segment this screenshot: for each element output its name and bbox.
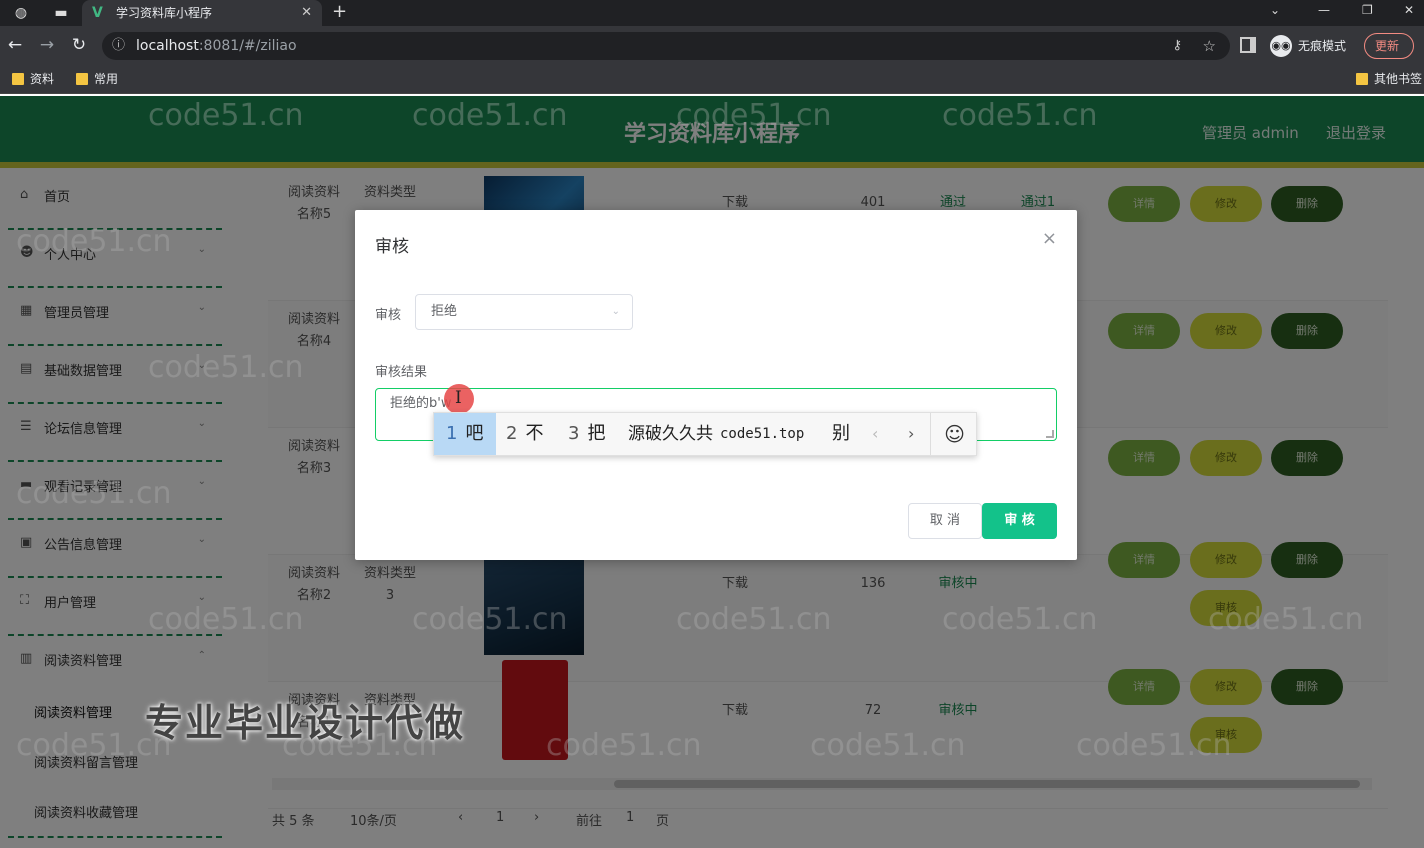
forward-icon[interactable]: →	[36, 34, 58, 56]
window-close-icon[interactable]: ✕	[1404, 0, 1414, 20]
confirm-audit-button[interactable]: 审 核	[982, 503, 1057, 539]
url-path: :8081/#/ziliao	[198, 38, 297, 54]
address-bar: ← → ↻ ⓘ localhost:8081/#/ziliao ⚷ ☆ ◉◉ 无…	[0, 26, 1424, 66]
candidate-text: 吧	[465, 423, 484, 444]
url-host: localhost	[136, 38, 199, 54]
ime-next-icon[interactable]: ›	[908, 413, 914, 455]
folder-icon	[76, 73, 88, 85]
candidate-text: 把	[587, 423, 606, 444]
candidate-text: 别	[832, 423, 850, 444]
folder-icon	[12, 73, 24, 85]
incognito-icon: ◉◉	[1270, 35, 1292, 57]
result-label: 审核结果	[375, 365, 428, 380]
close-icon[interactable]: ×	[1042, 228, 1057, 249]
browser-menu-icon[interactable]: ◍	[10, 3, 32, 23]
url-input[interactable]: ⓘ localhost:8081/#/ziliao ⚷ ☆	[102, 32, 1230, 60]
text-cursor-icon: I	[455, 388, 462, 408]
audit-select[interactable]: 拒绝 ⌄	[415, 294, 633, 330]
bookmark-label: 其他书签	[1374, 72, 1423, 86]
chevron-down-icon: ⌄	[611, 306, 620, 317]
folder-icon	[1356, 73, 1368, 85]
bookmark-star-icon[interactable]: ☆	[1203, 32, 1216, 60]
ime-candidate[interactable]: code51.top	[720, 413, 804, 455]
ime-candidate[interactable]: 源破久久共	[628, 413, 713, 455]
reload-icon[interactable]: ↻	[68, 34, 90, 56]
candidate-number: 3	[568, 423, 580, 444]
candidate-text: 源破久久共	[628, 424, 713, 444]
tab-title: 学习资料库小程序	[116, 6, 213, 20]
vue-logo-icon: V	[92, 5, 103, 21]
ime-candidate[interactable]: 3把	[568, 413, 605, 455]
candidate-number: 2	[506, 423, 518, 444]
back-icon[interactable]: ←	[4, 34, 26, 56]
key-icon[interactable]: ⚷	[1172, 32, 1182, 60]
ime-prev-icon[interactable]: ‹	[872, 413, 878, 455]
minimize-icon[interactable]: —	[1318, 0, 1330, 20]
emoji-icon[interactable]: ☺	[930, 413, 978, 455]
ime-candidate[interactable]: 别	[832, 413, 850, 455]
incognito-label: 无痕模式	[1298, 39, 1347, 53]
tab-list-icon[interactable]: ⌄	[1270, 0, 1280, 20]
ime-candidate-bar: 1吧 2不 3把 源破久久共 code51.top 别 ‹ › ☺	[433, 412, 977, 456]
bookmark-folder-other[interactable]: 其他书签	[1354, 66, 1422, 92]
ime-candidate[interactable]: 1吧	[434, 413, 496, 455]
candidate-text: 不	[525, 423, 544, 444]
candidate-text: code51.top	[720, 426, 805, 442]
tab-close-icon[interactable]: ✕	[301, 0, 312, 26]
candidate-number: 1	[446, 423, 458, 444]
bookmark-label: 常用	[94, 72, 119, 86]
bookmark-folder-changyong[interactable]: 常用	[74, 66, 118, 92]
dialog-title: 审核	[375, 237, 409, 257]
new-tab-button[interactable]: +	[332, 0, 347, 24]
bookmark-label: 资料	[30, 72, 55, 86]
result-textarea-value: 拒绝的b'w	[390, 396, 452, 411]
ime-candidate[interactable]: 2不	[506, 413, 543, 455]
resize-handle-icon[interactable]	[1046, 430, 1054, 438]
audit-label: 审核	[375, 308, 402, 323]
bookmark-folder-ziliao[interactable]: 资料	[10, 66, 54, 92]
maximize-icon[interactable]: ❐	[1362, 0, 1373, 20]
audit-select-value: 拒绝	[431, 304, 458, 319]
browser-tabbar: ◍ ▬ V 学习资料库小程序 ✕ + ⌄ — ❐ ✕	[0, 0, 1424, 26]
tab-search-icon[interactable]: ▬	[50, 3, 72, 23]
browser-tab[interactable]: V 学习资料库小程序 ✕	[82, 0, 322, 26]
cancel-button[interactable]: 取 消	[908, 503, 982, 539]
side-panel-icon[interactable]	[1240, 37, 1256, 53]
promo-overlay-text: 专业毕业设计代做	[145, 701, 466, 745]
update-button[interactable]: 更新	[1364, 33, 1414, 59]
info-icon[interactable]: ⓘ	[112, 32, 125, 60]
bookmarks-bar: 资料 常用 其他书签	[0, 66, 1424, 94]
incognito-badge[interactable]: ◉◉ 无痕模式	[1270, 33, 1346, 59]
